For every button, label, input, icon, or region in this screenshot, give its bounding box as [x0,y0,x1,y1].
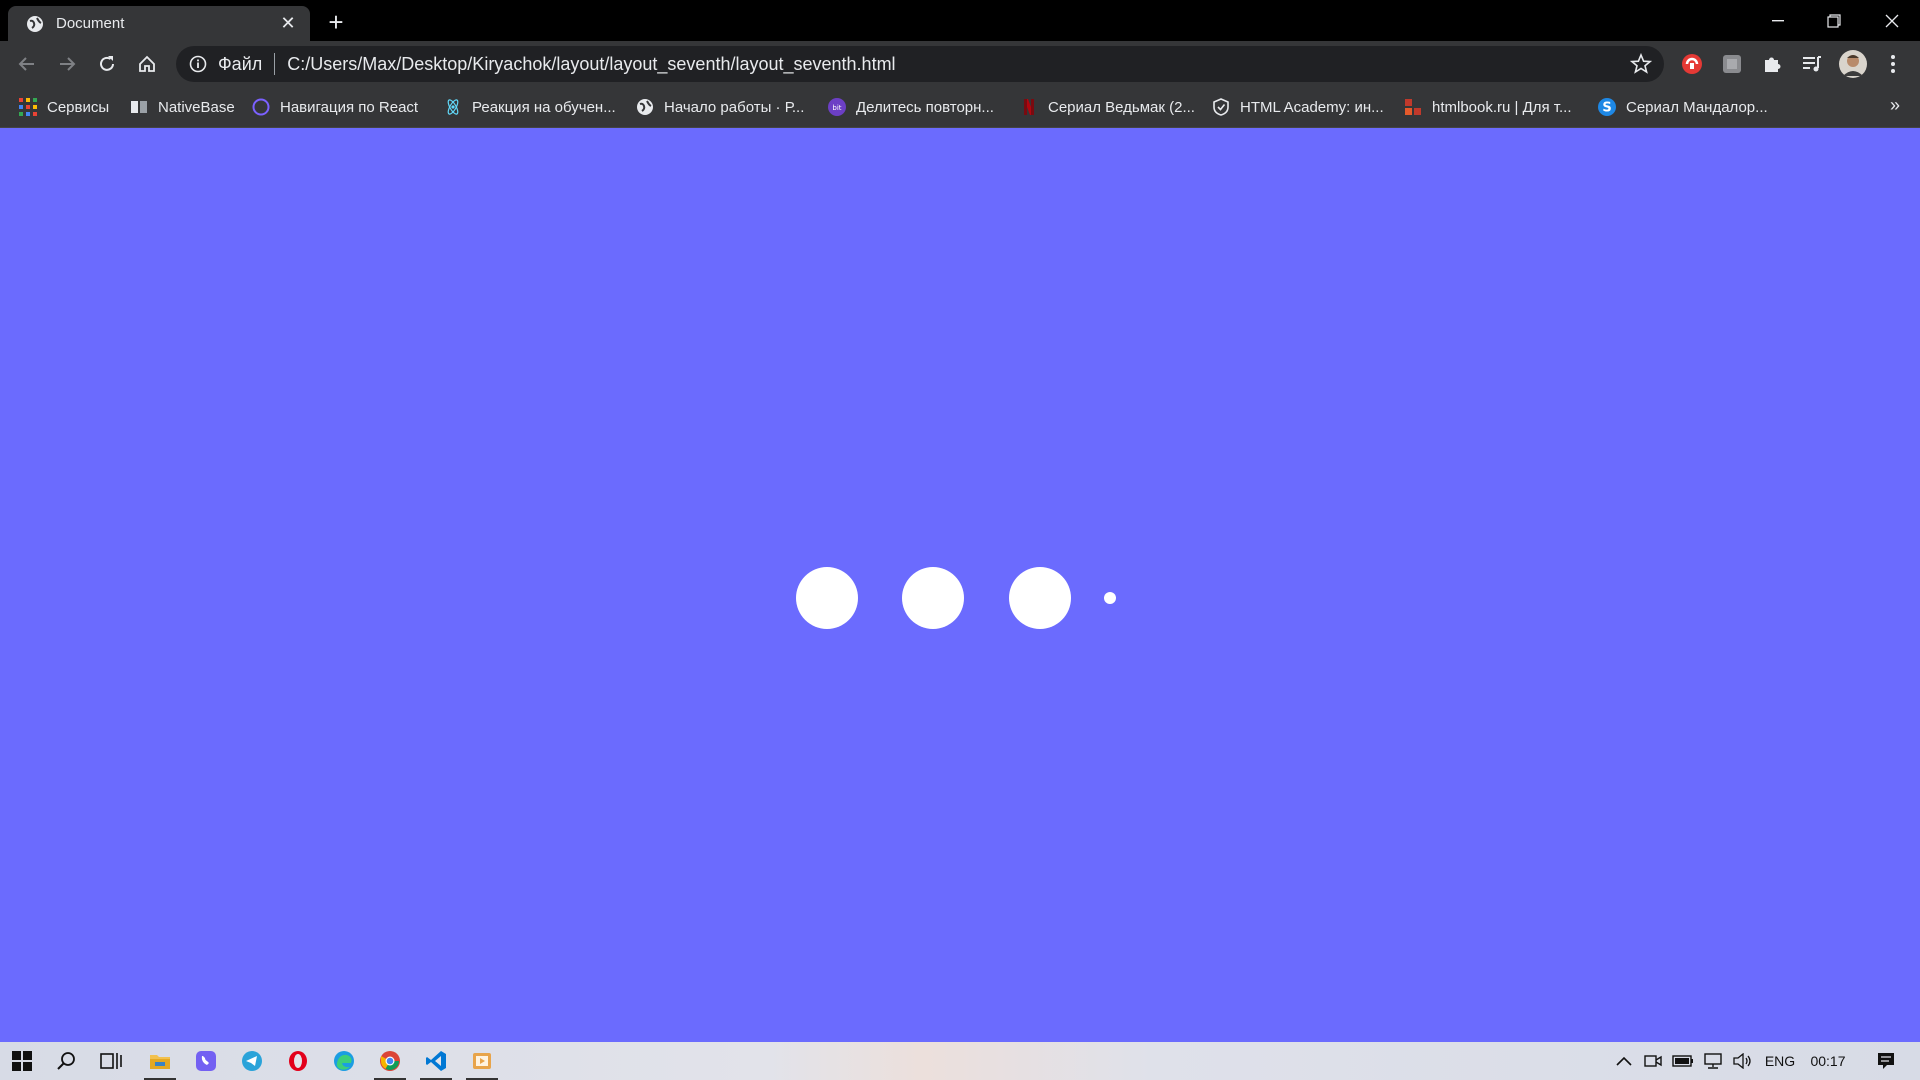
bookmark-label: Сериал Ведьмак (2... [1048,98,1195,116]
bookmark-star-icon[interactable] [1629,52,1653,75]
new-tab-button[interactable]: + [322,7,350,37]
meet-now-icon[interactable] [1640,1042,1666,1080]
menu-dots-icon[interactable] [1880,51,1906,77]
extension-square-icon[interactable] [1719,51,1745,77]
bookmark-getting-started[interactable]: Начало работы · Р... [636,95,804,119]
bookmark-witcher[interactable]: Сериал Ведьмак (2... [1020,95,1195,119]
loader-dot-1 [796,567,858,629]
browser-toolbar: Файл C:/Users/Max/Desktop/Kiryachok/layo… [0,41,1920,87]
forward-arrow-icon[interactable] [53,50,81,78]
globe-icon [636,98,654,116]
svg-text:S: S [1602,101,1611,116]
bookmarks-overflow-button[interactable]: » [1890,95,1900,116]
language-indicator[interactable]: ENG [1760,1042,1800,1080]
bookmarks-bar: Сервисы NativeBase Навигация по React Ре… [0,87,1920,128]
windows-taskbar: ENG 00:17 [0,1042,1920,1080]
url-text[interactable]: C:/Users/Max/Desktop/Kiryachok/layout/la… [287,54,895,75]
bookmark-react-learning[interactable]: Реакция на обучен... [444,95,616,119]
address-bar[interactable]: Файл C:/Users/Max/Desktop/Kiryachok/layo… [176,46,1664,82]
bookmark-label: Сериал Мандалор... [1626,98,1768,116]
opera-icon[interactable] [276,1042,320,1080]
battery-icon[interactable] [1670,1042,1696,1080]
restore-icon[interactable] [1806,0,1862,41]
divider [274,53,276,75]
browser-tab-strip: Document ✕ + [0,0,1920,41]
bookmark-react-navigation[interactable]: Навигация по React [252,95,418,119]
close-window-icon[interactable] [1864,0,1920,41]
bookmark-label: Реакция на обучен... [472,98,616,116]
tab-document[interactable]: Document ✕ [8,6,310,41]
s-icon: S [1598,98,1616,116]
netflix-icon [1020,98,1038,116]
info-icon[interactable] [188,54,208,74]
chevron-up-icon[interactable] [1612,1042,1636,1080]
media-queue-icon[interactable] [1799,51,1825,77]
file-explorer-icon[interactable] [138,1042,182,1080]
viber-icon[interactable] [184,1042,228,1080]
globe-icon [26,15,44,33]
windows-start-icon[interactable] [0,1042,44,1080]
nativebase-icon [130,98,148,116]
loader-dot-2 [902,567,964,629]
bookmark-nativebase[interactable]: NativeBase [130,95,235,119]
scheme-label: Файл [218,53,263,74]
bit-icon: bit [828,98,846,116]
chrome-icon[interactable] [368,1042,412,1080]
bookmark-label: NativeBase [158,98,235,116]
loader-dot-3 [1009,567,1071,629]
adblock-extension-icon[interactable] [1679,51,1705,77]
search-icon[interactable] [44,1042,88,1080]
minimize-icon[interactable] [1750,0,1806,41]
bookmark-label: Навигация по React [280,98,419,116]
loader-dot-small [1104,592,1116,604]
tab-title: Document [56,15,125,32]
close-tab-icon[interactable]: ✕ [278,13,298,34]
notifications-icon[interactable] [1864,1042,1908,1080]
bookmark-bit[interactable]: bit Делитесь повторн... [828,95,994,119]
telegram-icon[interactable] [230,1042,274,1080]
react-icon [444,98,462,116]
bookmark-htmlbook[interactable]: htmlbook.ru | Для т... [1404,95,1572,119]
bookmark-services[interactable]: Сервисы [19,95,109,119]
profile-avatar[interactable] [1838,49,1868,79]
apps-grid-icon [19,98,37,116]
shield-icon [1212,98,1230,116]
home-icon[interactable] [133,50,161,78]
reload-icon[interactable] [93,50,121,78]
react-navigation-icon [252,98,270,116]
media-player-icon[interactable] [460,1042,504,1080]
bookmark-html-academy[interactable]: HTML Academy: ин... [1212,95,1384,119]
back-arrow-icon[interactable] [13,50,41,78]
bookmark-label: HTML Academy: ин... [1240,98,1384,116]
vscode-icon[interactable] [414,1042,458,1080]
bookmark-label: Делитесь повторн... [856,98,994,116]
svg-text:bit: bit [832,104,841,112]
htmlbook-icon [1404,98,1422,116]
clock[interactable]: 00:17 [1804,1042,1852,1080]
bookmark-label: Начало работы · Р... [664,98,805,116]
task-view-icon[interactable] [89,1042,133,1080]
volume-icon[interactable] [1730,1042,1756,1080]
network-icon[interactable] [1700,1042,1726,1080]
edge-icon[interactable] [322,1042,366,1080]
bookmark-mandalorian[interactable]: S Сериал Мандалор... [1598,95,1768,119]
bookmark-label: Сервисы [47,98,110,116]
puzzle-extensions-icon[interactable] [1759,51,1785,77]
bookmark-label: htmlbook.ru | Для т... [1432,98,1572,116]
